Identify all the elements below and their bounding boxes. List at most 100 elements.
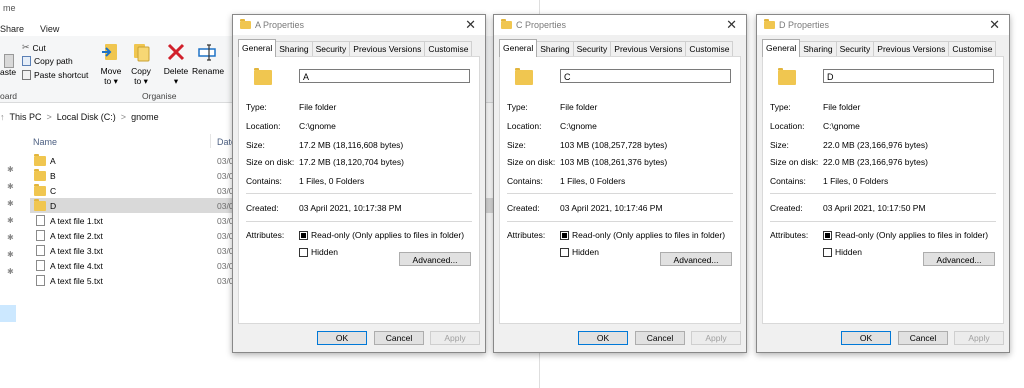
cancel-button[interactable]: Cancel (635, 331, 685, 345)
tab-security[interactable]: Security (572, 41, 612, 56)
file-name: A text file 3.txt (50, 245, 103, 256)
hidden-checkbox[interactable] (823, 248, 832, 257)
close-icon[interactable]: ✕ (465, 17, 476, 33)
attributes-label: Attributes: (507, 230, 546, 240)
readonly-checkbox[interactable] (560, 231, 569, 240)
up-arrow-icon[interactable]: ↑ (0, 112, 5, 122)
cancel-button[interactable]: Cancel (898, 331, 948, 345)
text-file-icon (36, 275, 45, 286)
contains-label: Contains: (507, 176, 543, 186)
breadcrumb-this-pc[interactable]: This PC (10, 112, 42, 122)
created-value: 03 April 2021, 10:17:50 PM (823, 203, 926, 213)
tab-sharing[interactable]: Sharing (275, 41, 313, 56)
tab-previous-versions[interactable]: Previous Versions (610, 41, 687, 56)
readonly-label: Read-only (Only applies to files in fold… (572, 230, 726, 240)
advanced-button[interactable]: Advanced... (399, 252, 471, 266)
paste-button[interactable]: aste (0, 67, 16, 77)
tab-customise[interactable]: Customise (424, 41, 473, 56)
ok-button[interactable]: OK (841, 331, 891, 345)
tab-customise[interactable]: Customise (948, 41, 997, 56)
hidden-checkbox[interactable] (560, 248, 569, 257)
location-value: C:\gnome (560, 121, 597, 131)
created-label: Created: (507, 203, 540, 213)
folder-icon (34, 168, 46, 181)
file-name: A (50, 155, 56, 166)
tab-previous-versions[interactable]: Previous Versions (873, 41, 950, 56)
pin-icon[interactable]: ✱ (7, 250, 14, 259)
pin-icon[interactable]: ✱ (7, 199, 14, 208)
folder-name-input[interactable]: D (823, 69, 994, 83)
copy-to-button[interactable]: Copy to ▾ (126, 42, 156, 87)
clipboard-icon (4, 54, 14, 68)
general-panel: D Type: File folder Location: C:\gnome S… (762, 56, 1004, 324)
cut-button[interactable]: ✂ Cut (22, 42, 46, 53)
folder-name-input[interactable]: A (299, 69, 470, 83)
pin-icon[interactable]: ✱ (7, 216, 14, 225)
divider (507, 221, 733, 222)
tab-previous-versions[interactable]: Previous Versions (349, 41, 426, 56)
created-value: 03 April 2021, 10:17:38 PM (299, 203, 402, 213)
tab-share[interactable]: Share (0, 24, 24, 34)
size-value: 17.2 MB (18,116,608 bytes) (299, 140, 404, 150)
file-name: D (50, 200, 57, 211)
size-on-disk-value: 17.2 MB (18,120,704 bytes) (299, 157, 404, 167)
tab-security[interactable]: Security (311, 41, 351, 56)
move-to-button[interactable]: Move to ▾ (96, 42, 126, 87)
readonly-checkbox[interactable] (823, 231, 832, 240)
text-file-icon (36, 260, 45, 271)
apply-button[interactable]: Apply (430, 331, 480, 345)
text-file-icon (36, 245, 45, 256)
delete-button[interactable]: Delete ▾ (161, 42, 191, 87)
clipboard-group-label: oard (0, 91, 18, 101)
hidden-checkbox[interactable] (299, 248, 308, 257)
tab-security[interactable]: Security (835, 41, 875, 56)
pin-icon[interactable]: ✱ (7, 182, 14, 191)
advanced-button[interactable]: Advanced... (660, 252, 732, 266)
dialog-title-bar[interactable]: A Properties ✕ (233, 15, 485, 35)
cancel-button[interactable]: Cancel (374, 331, 424, 345)
ok-button[interactable]: OK (317, 331, 367, 345)
pin-icon[interactable]: ✱ (7, 267, 14, 276)
copy-path-button[interactable]: Copy path (22, 56, 73, 66)
created-label: Created: (770, 203, 803, 213)
dialog-title: C Properties (516, 20, 567, 30)
ok-button[interactable]: OK (578, 331, 628, 345)
rename-button[interactable]: Rename (192, 42, 225, 76)
close-icon[interactable]: ✕ (989, 17, 1000, 33)
dialog-title-bar[interactable]: D Properties ✕ (757, 15, 1009, 35)
rename-label: Rename (192, 66, 225, 76)
readonly-checkbox[interactable] (299, 231, 308, 240)
column-divider[interactable] (210, 134, 211, 148)
dialog-title: A Properties (255, 20, 305, 30)
folder-name-input[interactable]: C (560, 69, 731, 83)
pin-icon[interactable]: ✱ (7, 165, 14, 174)
size-value: 103 MB (108,257,728 bytes) (560, 140, 668, 150)
file-name: A text file 2.txt (50, 230, 103, 241)
apply-button[interactable]: Apply (691, 331, 741, 345)
location-label: Location: (507, 121, 542, 131)
nav-selected-item[interactable] (0, 305, 16, 322)
breadcrumb-local-disk[interactable]: Local Disk (C:) (57, 112, 116, 122)
contains-label: Contains: (246, 176, 282, 186)
breadcrumb-separator: > (46, 112, 52, 122)
apply-button[interactable]: Apply (954, 331, 1004, 345)
divider (246, 221, 472, 222)
advanced-button[interactable]: Advanced... (923, 252, 995, 266)
tab-sharing[interactable]: Sharing (799, 41, 837, 56)
tab-general[interactable]: General (238, 39, 277, 57)
pin-icon[interactable]: ✱ (7, 233, 14, 242)
folder-icon (778, 68, 796, 85)
dialog-title-bar[interactable]: C Properties ✕ (494, 15, 746, 35)
tab-view[interactable]: View (40, 24, 59, 34)
close-icon[interactable]: ✕ (726, 17, 737, 33)
type-value: File folder (299, 102, 337, 112)
type-value: File folder (560, 102, 598, 112)
paste-shortcut-button[interactable]: Paste shortcut (22, 70, 88, 80)
tab-customise[interactable]: Customise (685, 41, 734, 56)
tab-general[interactable]: General (762, 39, 801, 57)
tab-sharing[interactable]: Sharing (536, 41, 574, 56)
tab-general[interactable]: General (499, 39, 538, 57)
breadcrumb-gnome[interactable]: gnome (131, 112, 159, 122)
file-name: A text file 1.txt (50, 215, 103, 226)
column-name[interactable]: Name (33, 137, 57, 147)
